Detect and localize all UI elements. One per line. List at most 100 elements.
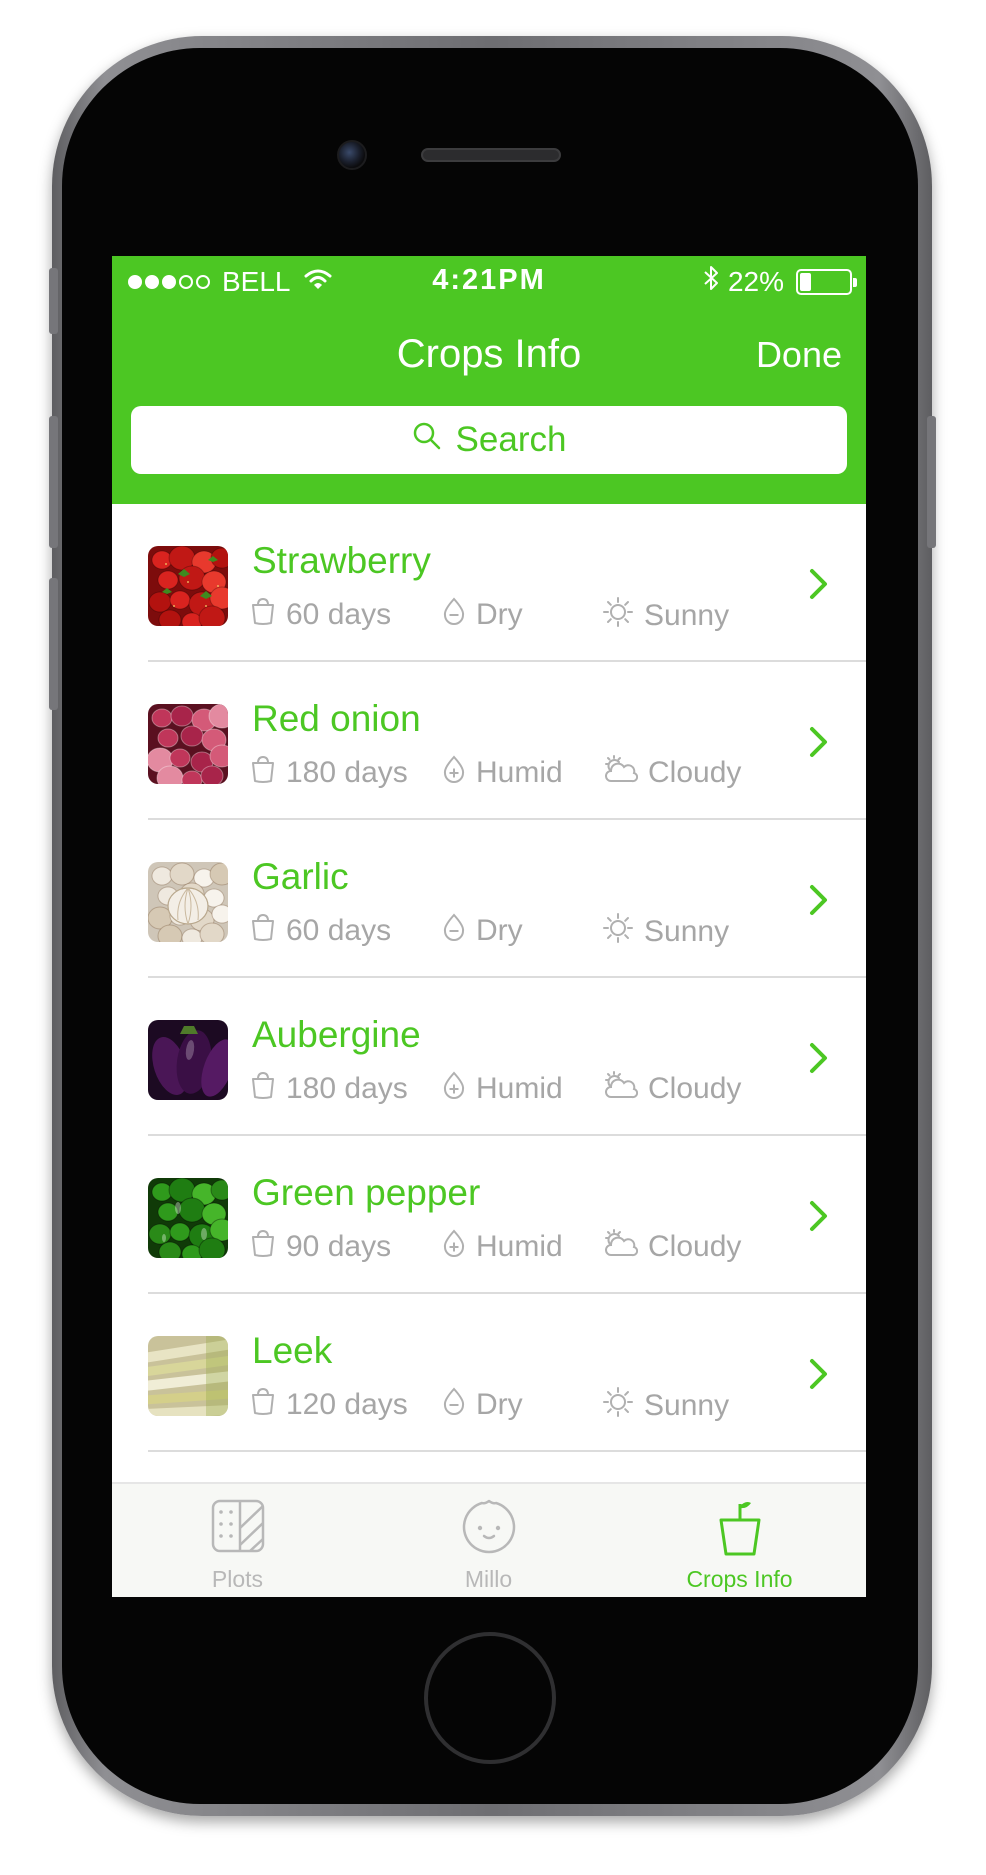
crop-name: Red onion xyxy=(252,698,421,739)
grow-duration: 60 days xyxy=(250,596,391,634)
front-camera xyxy=(337,140,367,170)
pot-icon xyxy=(250,912,276,950)
humid-drop-icon xyxy=(442,1228,466,1266)
row-divider xyxy=(148,1450,866,1452)
crop-row[interactable]: Aubergine 180 days Humid Cloudy xyxy=(112,978,866,1136)
weather-label: Cloudy xyxy=(648,756,742,789)
crop-row[interactable]: Green pepper 90 days Humid Cloudy xyxy=(112,1136,866,1294)
grow-duration: 180 days xyxy=(250,1070,408,1108)
crop-row[interactable]: Red onion 180 days Humid Cloudy xyxy=(112,662,866,820)
done-button[interactable]: Done xyxy=(756,334,842,376)
grow-duration: 120 days xyxy=(250,1386,408,1424)
search-input[interactable]: Search xyxy=(131,406,847,474)
crop-row[interactable]: Leek 120 days Dry Sunny xyxy=(112,1294,866,1452)
weather: Cloudy xyxy=(602,1228,741,1266)
search-icon xyxy=(412,420,442,460)
cloud-icon xyxy=(602,1228,639,1266)
tab-label: Crops Info xyxy=(686,1566,793,1592)
nav-header: BELL 4:21PM 22% Crops Info Done Search xyxy=(112,256,866,504)
status-bar: BELL 4:21PM 22% xyxy=(112,256,866,304)
tab-label: Plots xyxy=(211,1566,264,1592)
humidity-label: Humid xyxy=(476,1230,563,1263)
weather: Sunny xyxy=(602,1386,729,1426)
crop-list: Strawberry 60 days Dry Sunny Red onion 180 da… xyxy=(112,504,866,1452)
garlic-image xyxy=(148,862,228,942)
sun-icon xyxy=(602,596,634,636)
page-title: Crops Info xyxy=(396,332,582,376)
tab-millo[interactable]: Millo xyxy=(363,1484,614,1597)
grow-duration: 60 days xyxy=(250,912,391,950)
tab-plots[interactable]: Plots xyxy=(112,1484,363,1597)
aubergine-image xyxy=(148,1020,228,1100)
dry-drop-icon xyxy=(442,912,466,950)
millo-face-icon xyxy=(363,1498,614,1556)
chevron-right-icon[interactable] xyxy=(808,567,830,606)
chevron-right-icon[interactable] xyxy=(808,725,830,764)
humidity-label: Humid xyxy=(476,756,563,789)
cloud-icon xyxy=(602,1070,639,1108)
bluetooth-icon xyxy=(702,264,720,299)
green-pepper-image xyxy=(148,1178,228,1258)
weather: Cloudy xyxy=(602,754,741,792)
pot-icon xyxy=(250,1228,276,1266)
volume-up-button xyxy=(49,416,58,548)
dry-drop-icon xyxy=(442,596,466,634)
crop-name: Strawberry xyxy=(252,540,431,581)
crop-name: Leek xyxy=(252,1330,333,1371)
dry-drop-icon xyxy=(442,1386,466,1424)
pot-icon xyxy=(250,596,276,634)
grow-days: 180 days xyxy=(286,1072,408,1105)
pot-icon xyxy=(250,754,276,792)
tab-label: Millo xyxy=(464,1566,513,1592)
weather-label: Sunny xyxy=(644,1389,730,1422)
crop-name: Aubergine xyxy=(252,1014,421,1055)
red-onion-image xyxy=(148,704,228,784)
crop-name: Garlic xyxy=(252,856,349,897)
sun-icon xyxy=(602,1386,634,1426)
sun-icon xyxy=(602,912,634,952)
home-button[interactable] xyxy=(424,1632,556,1764)
tab-bar: Plots Millo Crops Info xyxy=(112,1482,866,1597)
weather-label: Cloudy xyxy=(648,1072,742,1105)
chevron-right-icon[interactable] xyxy=(808,1041,830,1080)
weather-label: Sunny xyxy=(644,915,730,948)
chevron-right-icon[interactable] xyxy=(808,883,830,922)
humidity: Dry xyxy=(442,912,523,950)
grow-days: 60 days xyxy=(286,914,392,947)
grow-days: 90 days xyxy=(286,1230,392,1263)
grow-days: 120 days xyxy=(286,1388,408,1421)
tab-crops-info[interactable]: Crops Info xyxy=(614,1484,865,1597)
grow-duration: 90 days xyxy=(250,1228,391,1266)
weather: Cloudy xyxy=(602,1070,741,1108)
earpiece-speaker xyxy=(421,148,561,162)
grow-days: 60 days xyxy=(286,598,392,631)
pot-plant-icon xyxy=(614,1498,865,1558)
weather-label: Sunny xyxy=(644,599,730,632)
humid-drop-icon xyxy=(442,1070,466,1108)
battery-icon xyxy=(796,268,857,295)
battery-percent: 22% xyxy=(727,265,784,297)
app-screen: BELL 4:21PM 22% Crops Info Done Search S… xyxy=(112,256,866,1597)
pot-icon xyxy=(250,1070,276,1108)
humidity-label: Dry xyxy=(476,598,523,631)
pot-icon xyxy=(250,1386,276,1424)
chevron-right-icon[interactable] xyxy=(808,1199,830,1238)
humidity-label: Humid xyxy=(476,1072,563,1105)
crop-row[interactable]: Garlic 60 days Dry Sunny xyxy=(112,820,866,978)
crop-row[interactable]: Strawberry 60 days Dry Sunny xyxy=(112,504,866,662)
humidity: Humid xyxy=(442,754,563,792)
mute-switch xyxy=(49,268,58,334)
grow-days: 180 days xyxy=(286,756,408,789)
power-button xyxy=(927,416,936,548)
chevron-right-icon[interactable] xyxy=(808,1357,830,1396)
humidity: Humid xyxy=(442,1070,563,1108)
humidity-label: Dry xyxy=(476,914,523,947)
weather-label: Cloudy xyxy=(648,1230,742,1263)
cloud-icon xyxy=(602,754,639,792)
strawberry-image xyxy=(148,546,228,626)
status-right: 22% xyxy=(702,264,857,299)
humid-drop-icon xyxy=(442,754,466,792)
grow-duration: 180 days xyxy=(250,754,408,792)
leek-image xyxy=(148,1336,228,1416)
plots-icon xyxy=(112,1498,363,1554)
